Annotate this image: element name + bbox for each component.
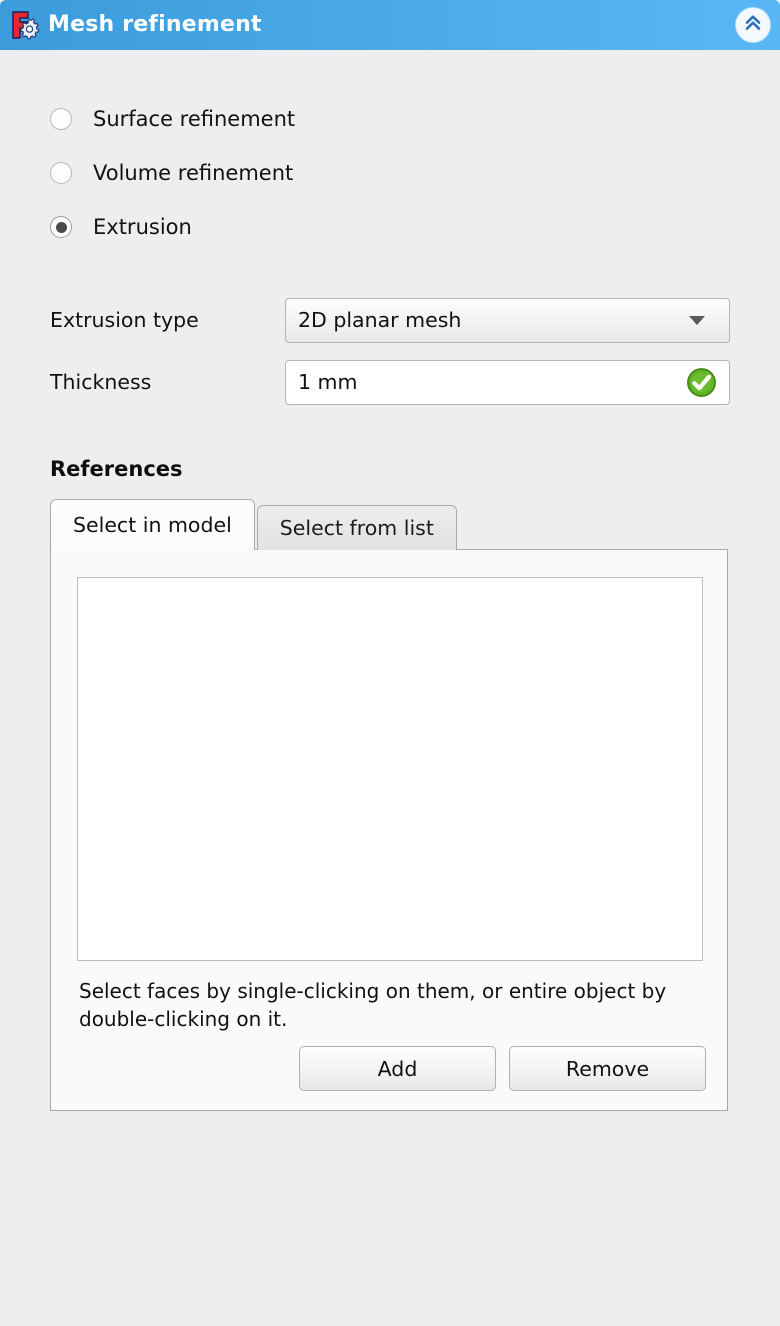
chevron-down-icon (689, 316, 705, 325)
radio-option-volume-refinement[interactable]: Volume refinement (50, 154, 650, 192)
extrusion-type-dropdown[interactable]: 2D planar mesh (285, 298, 730, 343)
tab-select-in-model[interactable]: Select in model (50, 499, 255, 550)
freecad-fem-mesh-icon (8, 8, 42, 42)
references-button-row: Add Remove (299, 1046, 706, 1091)
radio-indicator-extrusion[interactable] (50, 216, 72, 238)
tab-select-from-list[interactable]: Select from list (257, 505, 457, 550)
extrusion-type-value: 2D planar mesh (298, 308, 689, 332)
selection-hint-text: Select faces by single-clicking on them,… (79, 977, 699, 1034)
chevron-double-up-icon (742, 12, 764, 38)
add-button-label: Add (378, 1057, 418, 1081)
extrusion-type-label: Extrusion type (50, 308, 285, 332)
references-list[interactable] (77, 577, 703, 961)
radio-label-extrusion: Extrusion (93, 215, 192, 239)
extrusion-type-row: Extrusion type 2D planar mesh (50, 297, 730, 343)
references-tab-panel: Select faces by single-clicking on them,… (50, 549, 728, 1111)
refinement-mode-radio-group: Surface refinement Volume refinement Ext… (50, 100, 650, 262)
radio-indicator-volume-refinement[interactable] (50, 162, 72, 184)
collapse-panel-button[interactable] (736, 8, 770, 42)
tab-label-select-in-model: Select in model (73, 513, 232, 537)
remove-button-label: Remove (566, 1057, 649, 1081)
dialog-title: Mesh refinement (48, 14, 736, 36)
references-tabbar: Select in model Select from list (50, 500, 457, 550)
references-section-title: References (50, 457, 183, 481)
radio-label-surface-refinement: Surface refinement (93, 107, 295, 131)
green-check-icon (686, 367, 717, 398)
radio-label-volume-refinement: Volume refinement (93, 161, 293, 185)
thickness-input[interactable]: 1 mm (285, 360, 730, 405)
remove-button[interactable]: Remove (509, 1046, 706, 1091)
thickness-row: Thickness 1 mm (50, 359, 730, 405)
radio-option-extrusion[interactable]: Extrusion (50, 208, 650, 246)
thickness-value: 1 mm (298, 370, 686, 394)
tab-label-select-from-list: Select from list (280, 516, 434, 540)
thickness-label: Thickness (50, 370, 285, 394)
add-button[interactable]: Add (299, 1046, 496, 1091)
dialog-titlebar: Mesh refinement (0, 0, 780, 50)
radio-option-surface-refinement[interactable]: Surface refinement (50, 100, 650, 138)
radio-indicator-surface-refinement[interactable] (50, 108, 72, 130)
